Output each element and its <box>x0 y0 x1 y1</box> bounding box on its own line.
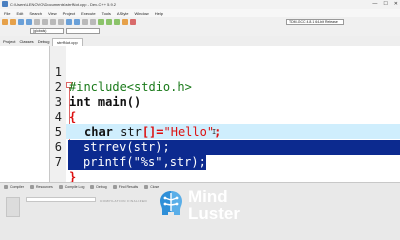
new-file-icon[interactable] <box>2 18 8 25</box>
rebuild-icon[interactable] <box>122 18 128 25</box>
scope-select[interactable]: (globals) <box>30 28 64 34</box>
menu-astyle[interactable]: AStyle <box>117 11 129 16</box>
window-title: C:\Users\LENOVO\Documents\strrfNot.cpp -… <box>10 2 117 7</box>
tab-find-results[interactable]: Find Results <box>112 185 139 189</box>
run-icon[interactable] <box>106 18 112 25</box>
member-select[interactable] <box>66 28 100 34</box>
code-line-2: 2 int main() <box>50 65 400 109</box>
menu-view[interactable]: View <box>48 11 57 16</box>
code-line-5: 5 strrev(str); <box>50 110 400 155</box>
compile-icon[interactable] <box>98 18 104 25</box>
tab-debug[interactable]: Debug <box>38 39 50 44</box>
menu-project[interactable]: Project <box>63 11 75 16</box>
replace-icon[interactable] <box>74 18 80 25</box>
class-toolbar: (globals) <box>0 26 400 36</box>
tab-label: Debug <box>96 185 107 189</box>
tab-compiler[interactable]: Compiler <box>4 185 24 189</box>
tab-compile-log[interactable]: Compile Log <box>58 185 85 189</box>
tab-label: Resources <box>36 185 53 189</box>
open-file-icon[interactable] <box>10 18 16 25</box>
redo-icon[interactable] <box>58 18 64 25</box>
undo-icon[interactable] <box>50 18 56 25</box>
project-panel <box>0 46 50 182</box>
menu-tools[interactable]: Tools <box>102 11 111 16</box>
close-file-icon[interactable] <box>34 18 40 25</box>
debug-icon <box>90 185 95 189</box>
close-icon <box>144 185 149 189</box>
code-line-6: 6 printf("%s",str); <box>50 125 400 170</box>
project-panel-tabs: Project Classes Debug <box>0 36 50 46</box>
debug-icon[interactable] <box>130 18 136 25</box>
menu-window[interactable]: Window <box>134 11 148 16</box>
menu-execute[interactable]: Execute <box>81 11 95 16</box>
print-icon[interactable] <box>42 18 48 25</box>
file-tab[interactable]: strrfNot.cpp <box>52 38 83 46</box>
code-line-1: 1 #include<stdio.h> <box>50 50 400 94</box>
compiler-select[interactable]: TDM-GCC 4.8.1 64-bit Release <box>286 18 344 25</box>
menu-help[interactable]: Help <box>155 11 163 16</box>
code-line-7: 7 } <box>50 140 400 184</box>
main-toolbar: TDM-GCC 4.8.1 64-bit Release <box>0 17 400 26</box>
tab-debug-output[interactable]: Debug <box>90 185 107 189</box>
format-string: "%s" <box>133 155 163 169</box>
find-results-icon <box>112 185 117 189</box>
save-all-icon[interactable] <box>26 18 32 25</box>
save-icon[interactable] <box>18 18 24 25</box>
tab-label: Compiler <box>10 185 25 189</box>
tab-label: Compile Log <box>64 185 85 189</box>
title-bar: C:\Users\LENOVO\Documents\strrfNot.cpp -… <box>0 0 400 9</box>
line-number: 7 <box>54 155 62 169</box>
menu-edit[interactable]: Edit <box>16 11 23 16</box>
find-icon[interactable] <box>66 18 72 25</box>
unindent-icon[interactable] <box>90 18 96 25</box>
resources-icon <box>30 185 35 189</box>
tab-project[interactable]: Project <box>3 39 15 44</box>
printf-args: ,str); <box>162 155 206 169</box>
tab-classes[interactable]: Classes <box>19 39 33 44</box>
abort-compilation-button[interactable] <box>6 197 20 217</box>
close-button[interactable]: ✕ <box>394 1 398 7</box>
watermark-mind: Mind <box>188 187 228 206</box>
compile-run-icon[interactable] <box>114 18 120 25</box>
compile-progress-field <box>26 197 96 202</box>
printf-call: printf( <box>83 155 134 169</box>
maximize-button[interactable]: ☐ <box>383 1 387 7</box>
minimize-button[interactable]: — <box>372 1 377 7</box>
code-editor[interactable]: 1 #include<stdio.h> 2 int main() 3 { 4 c… <box>50 46 400 184</box>
code-line-3: 3 { <box>50 80 400 124</box>
text-cursor-icon: I <box>212 128 217 136</box>
mindluster-logo-icon <box>160 191 182 215</box>
app-icon <box>2 1 8 7</box>
code-line-4: 4 char str[]="Hello"; <box>50 95 400 139</box>
menu-search[interactable]: Search <box>29 11 42 16</box>
menu-bar: File Edit Search View Project Execute To… <box>0 9 400 17</box>
compile-log-text: COMPILATION FINALIZED <box>100 199 148 203</box>
compiler-icon <box>4 185 8 189</box>
compile-log-icon <box>58 185 63 189</box>
tab-resources[interactable]: Resources <box>30 185 53 189</box>
tab-label: Find Results <box>118 185 139 189</box>
watermark-luster: Luster <box>188 204 240 223</box>
indent-icon[interactable] <box>82 18 88 25</box>
menu-file[interactable]: File <box>4 11 10 16</box>
file-tab-bar: strrfNot.cpp <box>50 36 400 46</box>
